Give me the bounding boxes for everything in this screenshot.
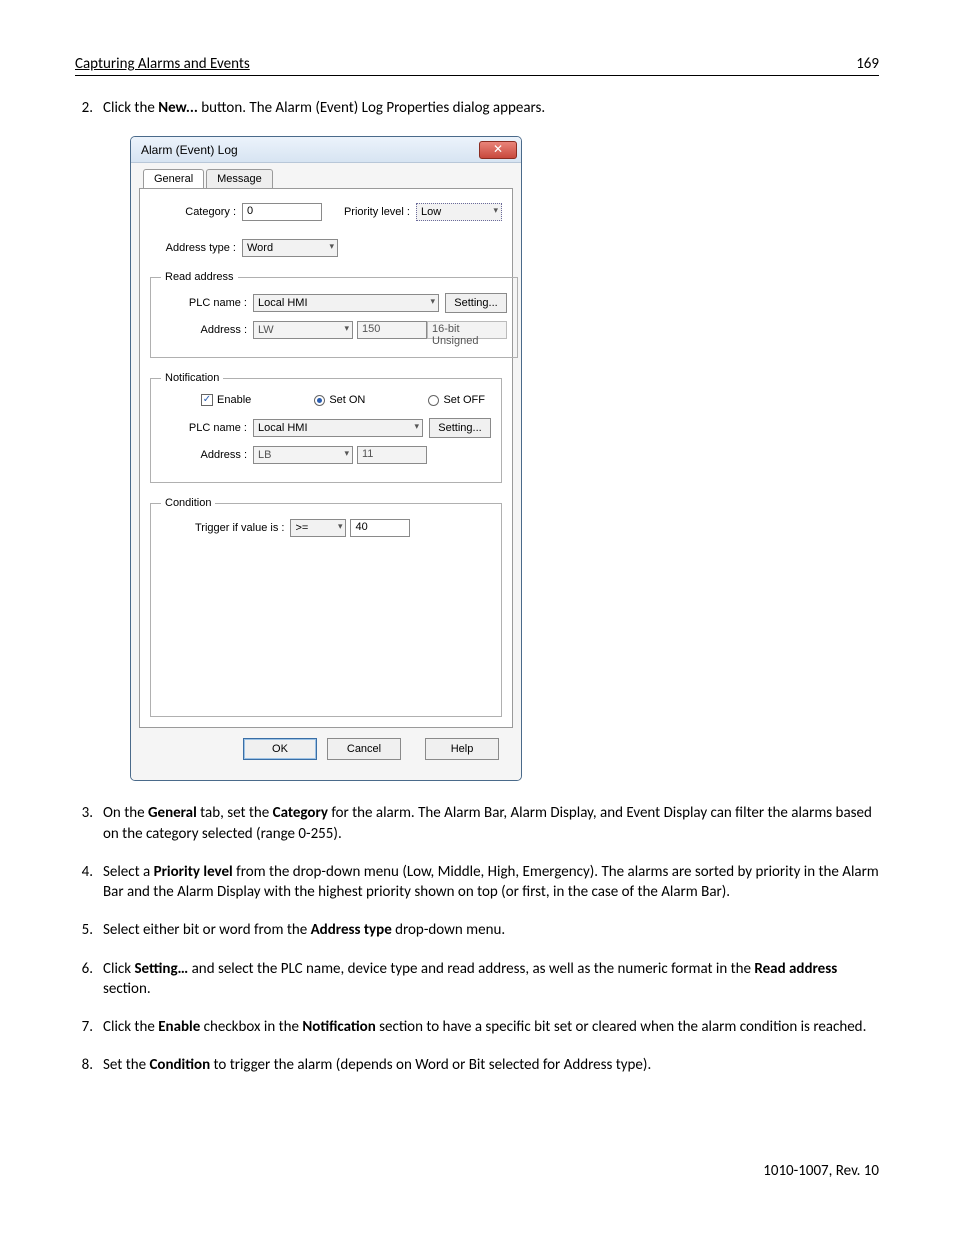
page-header: Capturing Alarms and Events 169 xyxy=(75,55,879,76)
tab-panel-general: Category : 0 Priority level : Low Addres… xyxy=(139,188,513,728)
radio-icon xyxy=(314,395,325,406)
cancel-button[interactable]: Cancel xyxy=(327,738,401,760)
dialog-title: Alarm (Event) Log xyxy=(141,143,479,157)
read-addr-number[interactable]: 150 xyxy=(357,321,427,339)
page-number: 169 xyxy=(856,55,879,73)
dialog-button-row: OK Cancel Help xyxy=(139,728,513,770)
read-addr-label: Address : xyxy=(161,324,253,336)
step-2: 2. Click the New... button. The Alarm (E… xyxy=(75,98,879,118)
tab-message[interactable]: Message xyxy=(206,169,273,189)
group-notification: Notification ✓ Enable Set ON Set OFF xyxy=(150,372,502,483)
checkbox-icon: ✓ xyxy=(201,394,213,406)
step-8: 8. Set the Condition to trigger the alar… xyxy=(75,1055,879,1075)
tab-general[interactable]: General xyxy=(143,169,204,189)
priority-select[interactable]: Low xyxy=(416,203,502,221)
step-number: 2. xyxy=(75,98,103,118)
step-7: 7. Click the Enable checkbox in the Noti… xyxy=(75,1017,879,1037)
trigger-value-input[interactable]: 40 xyxy=(350,519,410,537)
notif-addr-device[interactable]: LB xyxy=(253,446,353,464)
notif-setting-button[interactable]: Setting... xyxy=(429,418,491,438)
notif-plc-select[interactable]: Local HMI xyxy=(253,419,423,437)
group-condition: Condition Trigger if value is : >= 40 xyxy=(150,497,502,717)
titlebar: Alarm (Event) Log ✕ xyxy=(131,137,521,163)
tab-strip: General Message xyxy=(139,169,513,189)
set-on-label: Set ON xyxy=(329,394,365,406)
enable-label: Enable xyxy=(217,394,251,406)
priority-label: Priority level : xyxy=(344,206,410,218)
radio-icon xyxy=(428,395,439,406)
close-icon[interactable]: ✕ xyxy=(479,141,517,159)
notif-addr-label: Address : xyxy=(161,449,253,461)
category-input[interactable]: 0 xyxy=(242,203,322,221)
trigger-label: Trigger if value is : xyxy=(195,522,284,534)
notif-plc-label: PLC name : xyxy=(161,422,253,434)
header-title: Capturing Alarms and Events xyxy=(75,55,250,73)
step-4: 4. Select a Priority level from the drop… xyxy=(75,862,879,903)
group-notification-legend: Notification xyxy=(161,372,223,384)
help-button[interactable]: Help xyxy=(425,738,499,760)
plc-select[interactable]: Local HMI xyxy=(253,294,439,312)
group-condition-legend: Condition xyxy=(161,497,215,509)
ok-button[interactable]: OK xyxy=(243,738,317,760)
enable-checkbox[interactable]: ✓ Enable xyxy=(201,394,251,406)
group-read-address-legend: Read address xyxy=(161,271,238,283)
addrtype-select[interactable]: Word xyxy=(242,239,338,257)
category-label: Category : xyxy=(150,206,242,218)
group-read-address: Read address PLC name : Local HMI Settin… xyxy=(150,271,518,358)
step-6: 6. Click Setting… and select the PLC nam… xyxy=(75,959,879,1000)
footer-revision: 1010-1007, Rev. 10 xyxy=(763,1162,879,1180)
read-setting-button[interactable]: Setting... xyxy=(445,293,507,313)
trigger-op-select[interactable]: >= xyxy=(290,519,346,537)
alarm-log-dialog: Alarm (Event) Log ✕ General Message Cate… xyxy=(130,136,522,781)
set-on-radio[interactable]: Set ON xyxy=(314,394,365,406)
set-off-label: Set OFF xyxy=(443,394,485,406)
read-addr-format: 16-bit Unsigned xyxy=(427,321,507,339)
dialog-figure: Alarm (Event) Log ✕ General Message Cate… xyxy=(130,136,879,781)
step-5: 5. Select either bit or word from the Ad… xyxy=(75,920,879,940)
set-off-radio[interactable]: Set OFF xyxy=(428,394,485,406)
step-body: Click the New... button. The Alarm (Even… xyxy=(103,98,879,118)
notif-addr-number[interactable]: 11 xyxy=(357,446,427,464)
plc-label: PLC name : xyxy=(161,297,253,309)
read-addr-device[interactable]: LW xyxy=(253,321,353,339)
addrtype-label: Address type : xyxy=(150,242,242,254)
step-3: 3. On the General tab, set the Category … xyxy=(75,803,879,844)
